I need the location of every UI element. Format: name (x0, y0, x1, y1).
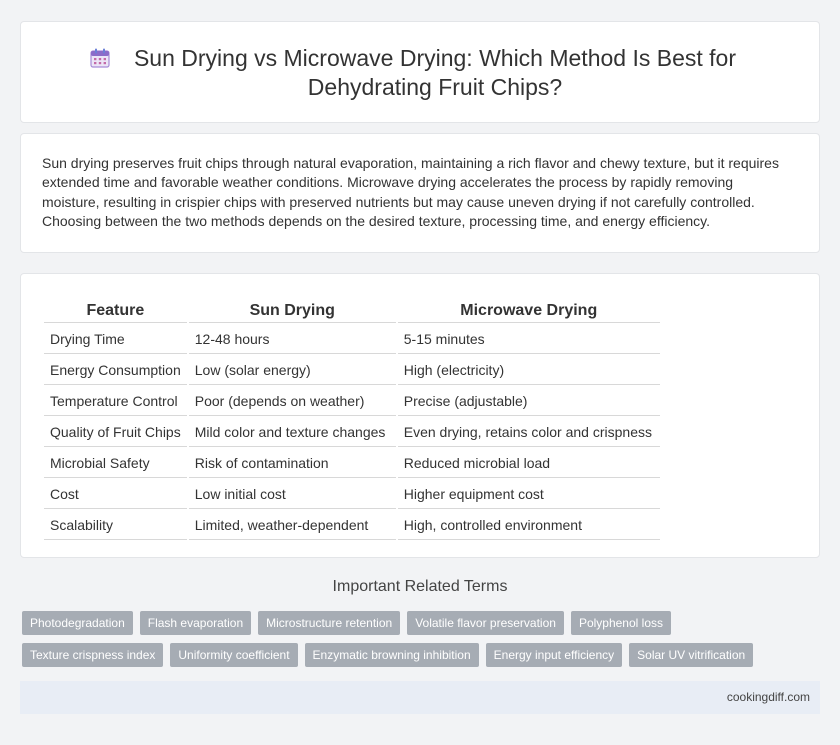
table-cell: Risk of contamination (188, 449, 396, 478)
tag-link[interactable]: Flash evaporation (139, 611, 252, 635)
table-row: Cost Low initial cost Higher equipment c… (44, 480, 660, 509)
table-cell: Quality of Fruit Chips (44, 418, 187, 447)
intro-paragraph: Sun drying preserves fruit chips through… (42, 155, 779, 230)
table-cell: Higher equipment cost (397, 480, 660, 509)
table-cell: High, controlled environment (397, 511, 660, 540)
table-cell: Mild color and texture changes (188, 418, 396, 447)
table-cell: Cost (44, 480, 187, 509)
header-feature: Feature (44, 298, 187, 323)
tag-link[interactable]: Texture crispness index (22, 643, 164, 667)
table-cell: Low initial cost (188, 480, 396, 509)
comparison-table: Feature Sun Drying Microwave Drying Dryi… (42, 296, 662, 542)
comparison-card: Feature Sun Drying Microwave Drying Dryi… (20, 273, 820, 558)
tag-row: Photodegradation Flash evaporation Micro… (22, 611, 822, 635)
tag-link[interactable]: Photodegradation (22, 611, 133, 635)
table-cell: Low (solar energy) (188, 356, 396, 385)
tag-link[interactable]: Solar UV vitrification (629, 643, 754, 667)
page-title: Sun Drying vs Microwave Drying: Which Me… (133, 45, 737, 100)
table-cell: Reduced microbial load (397, 449, 660, 478)
table-cell: Microbial Safety (44, 449, 187, 478)
table-header-row: Feature Sun Drying Microwave Drying (44, 298, 660, 323)
table-cell: 12-48 hours (188, 325, 396, 354)
table-cell: Scalability (44, 511, 187, 540)
tag-link[interactable]: Uniformity coefficient (170, 643, 298, 667)
table-cell: Even drying, retains color and crispness (397, 418, 660, 447)
table-row: Temperature Control Poor (depends on wea… (44, 387, 660, 416)
table-cell: Energy Consumption (44, 356, 187, 385)
header-microwave-drying: Microwave Drying (397, 298, 660, 323)
tag-link[interactable]: Energy input efficiency (485, 643, 623, 667)
tag-row: Texture crispness index Uniformity coeff… (22, 643, 822, 667)
intro-card: Sun drying preserves fruit chips through… (20, 133, 820, 253)
table-cell: Precise (adjustable) (397, 387, 660, 416)
table-cell: Drying Time (44, 325, 187, 354)
table-cell: Poor (depends on weather) (188, 387, 396, 416)
table-row: Quality of Fruit Chips Mild color and te… (44, 418, 660, 447)
header-sun-drying: Sun Drying (188, 298, 396, 323)
table-cell: Limited, weather-dependent (188, 511, 396, 540)
footer: cookingdiff.com (20, 681, 820, 714)
tag-link[interactable]: Polyphenol loss (570, 611, 671, 635)
table-cell: Temperature Control (44, 387, 187, 416)
tag-link[interactable]: Microstructure retention (258, 611, 401, 635)
title-card: Sun Drying vs Microwave Drying: Which Me… (20, 21, 820, 123)
related-terms-tags: Photodegradation Flash evaporation Micro… (22, 611, 822, 675)
related-terms-heading: Important Related Terms (332, 578, 508, 595)
tag-link[interactable]: Enzymatic browning inhibition (304, 643, 479, 667)
table-cell: 5-15 minutes (397, 325, 660, 354)
footer-site[interactable]: cookingdiff.com (727, 690, 810, 704)
table-row: Energy Consumption Low (solar energy) Hi… (44, 356, 660, 385)
table-row: Drying Time 12-48 hours 5-15 minutes (44, 325, 660, 354)
table-cell: High (electricity) (397, 356, 660, 385)
tag-link[interactable]: Volatile flavor preservation (407, 611, 564, 635)
table-row: Microbial Safety Risk of contamination R… (44, 449, 660, 478)
table-row: Scalability Limited, weather-dependent H… (44, 511, 660, 540)
